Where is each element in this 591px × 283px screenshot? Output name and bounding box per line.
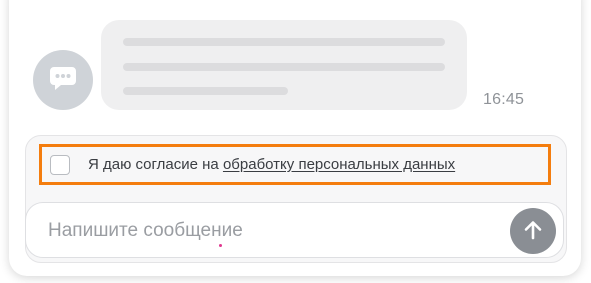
message-timestamp: 16:45 — [483, 91, 525, 108]
bot-avatar — [33, 50, 93, 110]
message-input[interactable] — [46, 217, 490, 245]
chat-panel: 16:45 Я даю согласие на обработку персон… — [9, 0, 581, 276]
skeleton-line — [123, 38, 445, 46]
message-input-box — [25, 202, 564, 258]
skeleton-line — [123, 63, 445, 71]
arrow-up-icon — [522, 219, 544, 244]
chat-bubble-icon — [49, 65, 77, 96]
consent-row: Я даю согласие на обработку персональных… — [39, 144, 551, 185]
cursor-marker — [219, 244, 222, 247]
skeleton-line — [123, 87, 288, 95]
send-button[interactable] — [510, 208, 556, 254]
message-bubble-placeholder — [101, 20, 467, 110]
consent-checkbox[interactable] — [50, 154, 70, 175]
personal-data-link[interactable]: обработку персональных данных — [223, 156, 455, 173]
consent-text: Я даю согласие на — [88, 156, 223, 173]
consent-label: Я даю согласие на обработку персональных… — [88, 156, 455, 173]
chat-widget: 16:45 Я даю согласие на обработку персон… — [0, 0, 591, 283]
